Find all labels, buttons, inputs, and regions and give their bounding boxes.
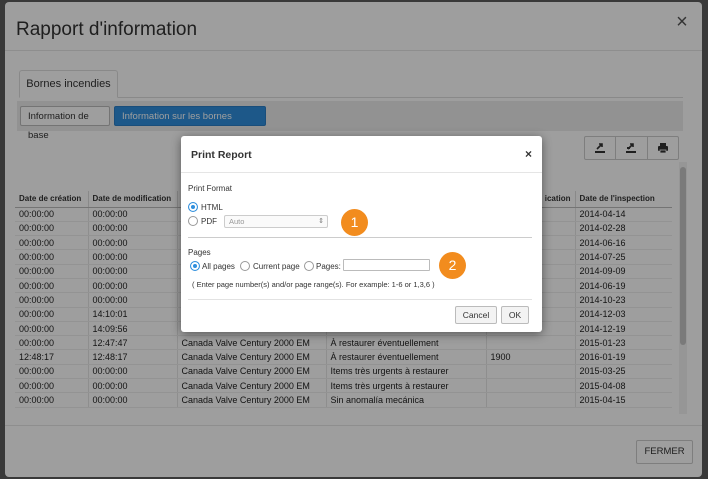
radio-pdf-label[interactable]: PDF bbox=[201, 217, 217, 226]
pdf-size-select[interactable]: Auto ⇕ bbox=[224, 215, 328, 228]
radio-html-label[interactable]: HTML bbox=[201, 203, 223, 212]
pages-hint: ( Enter page number(s) and/or page range… bbox=[192, 280, 435, 289]
radio-pages[interactable] bbox=[304, 261, 314, 271]
ok-button[interactable]: OK bbox=[501, 306, 529, 324]
radio-all-pages[interactable] bbox=[190, 261, 200, 271]
pdf-select-value: Auto bbox=[229, 217, 245, 226]
pages-label: Pages bbox=[188, 248, 211, 257]
print-format-label: Print Format bbox=[188, 184, 233, 193]
radio-current-page-label[interactable]: Current page bbox=[253, 262, 300, 271]
button-divider bbox=[188, 299, 532, 300]
dialog-title: Print Report bbox=[191, 149, 252, 161]
dialog-title-divider bbox=[181, 172, 542, 173]
select-arrows-icon: ⇕ bbox=[318, 218, 324, 225]
dialog-close-icon[interactable]: × bbox=[525, 147, 532, 161]
radio-all-pages-label[interactable]: All pages bbox=[202, 262, 235, 271]
radio-pdf[interactable] bbox=[188, 216, 198, 226]
callout-badge-2: 2 bbox=[439, 252, 466, 279]
radio-current-page[interactable] bbox=[240, 261, 250, 271]
pages-range-input[interactable] bbox=[343, 259, 430, 271]
radio-pages-label[interactable]: Pages: bbox=[316, 262, 341, 271]
cancel-button[interactable]: Cancel bbox=[455, 306, 497, 324]
callout-badge-1: 1 bbox=[341, 209, 368, 236]
radio-html[interactable] bbox=[188, 202, 198, 212]
format-divider bbox=[188, 237, 532, 238]
